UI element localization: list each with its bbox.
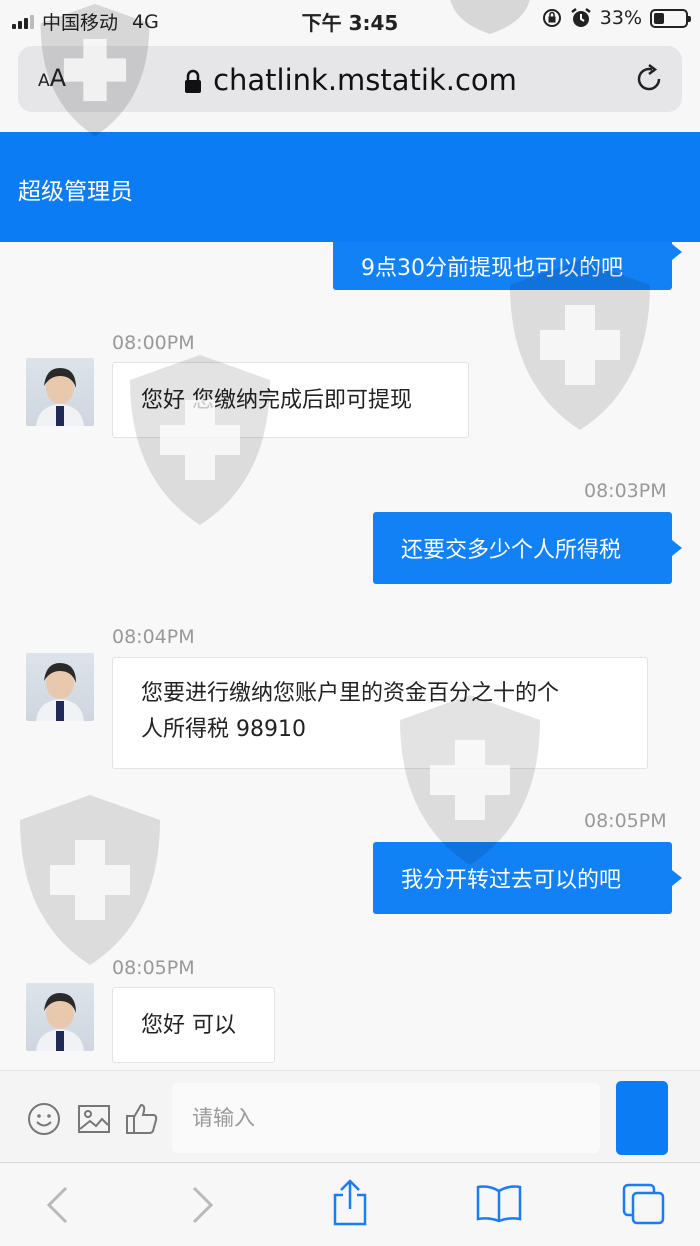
emoji-icon[interactable] (26, 1101, 62, 1137)
message-input[interactable] (172, 1083, 600, 1153)
message-timestamp: 08:05PM (112, 957, 195, 979)
chat-messages: 9点30分前提现也可以的吧 08:00PM 您好 您缴纳完成后即可提现 08:0… (0, 242, 700, 1070)
share-icon[interactable] (330, 1179, 370, 1227)
url-field[interactable]: chatlink.mstatik.com (18, 63, 682, 97)
message-timestamp: 08:05PM (584, 810, 667, 832)
send-button[interactable] (616, 1081, 668, 1155)
avatar (26, 358, 94, 426)
back-icon[interactable] (44, 1185, 70, 1225)
lock-icon (185, 69, 202, 93)
image-icon[interactable] (76, 1101, 112, 1137)
browser-toolbar (0, 1162, 700, 1246)
message-timestamp: 08:04PM (112, 626, 195, 648)
message-bubble-incoming: 您要进行缴纳您账户里的资金百分之十的个 人所得税 98910 (112, 657, 648, 769)
message-timestamp: 08:03PM (584, 480, 667, 502)
battery-percent: 33% (599, 7, 642, 29)
alarm-icon (571, 8, 591, 27)
bookmarks-icon[interactable] (475, 1183, 523, 1223)
thumbs-up-icon[interactable] (124, 1101, 160, 1137)
chat-header: 超级管理员 (0, 132, 700, 242)
orientation-lock-icon (542, 9, 561, 27)
address-bar[interactable]: AA chatlink.mstatik.com (18, 46, 682, 112)
url-text: chatlink.mstatik.com (213, 63, 517, 97)
avatar (26, 653, 94, 721)
message-bubble-outgoing: 还要交多少个人所得税 (373, 512, 682, 584)
message-timestamp: 08:00PM (112, 332, 195, 354)
chat-title: 超级管理员 (18, 179, 133, 205)
input-bar (0, 1070, 700, 1162)
message-bubble-outgoing: 我分开转过去可以的吧 (373, 842, 682, 914)
forward-icon[interactable] (190, 1185, 216, 1225)
tabs-icon[interactable] (620, 1181, 668, 1227)
avatar (26, 983, 94, 1051)
reload-icon[interactable] (632, 62, 666, 96)
message-bubble-incoming: 您好 可以 (112, 987, 275, 1063)
status-bar: 中国移动 4G 下午 3:45 33% (0, 0, 700, 38)
message-bubble-outgoing: 9点30分前提现也可以的吧 (333, 242, 682, 290)
battery-icon (650, 8, 691, 28)
status-right: 33% (542, 7, 691, 29)
message-bubble-incoming: 您好 您缴纳完成后即可提现 (112, 362, 469, 438)
